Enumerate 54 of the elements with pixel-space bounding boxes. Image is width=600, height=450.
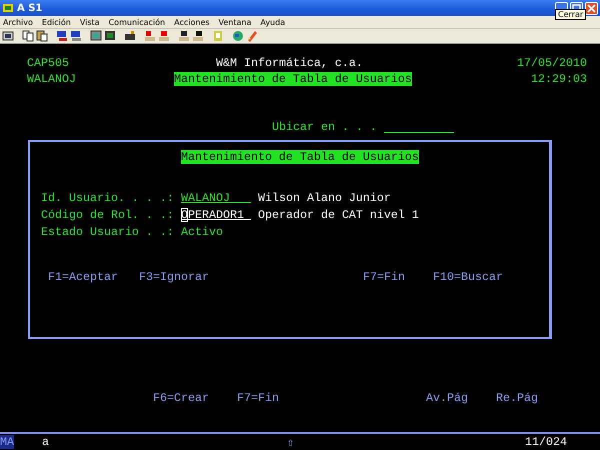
date-text: 17/05/2010 (517, 56, 587, 70)
field-value: Activo (181, 225, 223, 239)
pencil-icon[interactable] (246, 30, 258, 42)
monitor-icon[interactable] (104, 30, 116, 42)
menu-item[interactable]: Comunicación (108, 18, 166, 26)
menu-item[interactable]: Ayuda (260, 18, 286, 26)
mode-indicator: MA (0, 435, 14, 449)
function-key[interactable]: F7=Fin (363, 270, 405, 284)
field-label: Código de Rol. . .: (41, 208, 174, 222)
time-text: 12:29:03 (531, 72, 587, 86)
screen-title: Mantenimiento de Tabla de Usuarios (174, 72, 412, 86)
flag-icon[interactable] (158, 30, 170, 42)
menu-item[interactable]: Acciones (174, 18, 210, 26)
user-name: WALANOJ (27, 72, 76, 86)
input-field[interactable]: WALANOJ (181, 191, 251, 205)
monitor-icon[interactable] (90, 30, 102, 42)
field-description: Operador de CAT nivel 1 (258, 208, 419, 222)
app-icon[interactable] (2, 2, 14, 14)
globe-icon[interactable] (232, 30, 244, 42)
program-name: CAP505 (27, 56, 69, 70)
input-indicator: a (42, 435, 49, 449)
flag-icon[interactable] (144, 30, 156, 42)
copy-icon[interactable] (22, 30, 34, 42)
tooltip: Cerrar (555, 9, 586, 20)
cursor-position: 11/024 (525, 435, 567, 449)
function-key[interactable]: F10=Buscar (433, 270, 503, 284)
close-icon (587, 4, 596, 12)
function-key[interactable]: Re.Pág (496, 391, 538, 405)
company-name: W&M Informática, c.a. (216, 56, 363, 70)
clipboard-icon[interactable] (212, 30, 224, 42)
menu-item[interactable]: Vista (80, 18, 100, 26)
computer-icon[interactable] (70, 30, 82, 42)
function-key[interactable]: F6=Crear (153, 391, 209, 405)
field-label: Estado Usuario . .: (41, 225, 174, 239)
locate-label: Ubicar en . . . (272, 120, 377, 134)
paste-icon[interactable] (36, 30, 48, 42)
camera-icon[interactable] (124, 30, 136, 42)
menu-item[interactable]: Ventana (218, 18, 252, 26)
field-label: Id. Usuario. . . .: (41, 191, 174, 205)
record-icon[interactable] (178, 30, 190, 42)
record-icon[interactable] (192, 30, 204, 42)
menu-item[interactable]: Archivo (3, 18, 33, 26)
close-button[interactable] (585, 2, 598, 14)
function-key[interactable]: F7=Fin (237, 391, 279, 405)
function-key[interactable]: F3=Ignorar (139, 270, 209, 284)
field-description: Wilson Alano Junior (258, 191, 391, 205)
function-key[interactable]: F1=Aceptar (48, 270, 118, 284)
function-key[interactable]: Av.Pág (426, 391, 468, 405)
computer-icon[interactable] (56, 30, 68, 42)
screen-icon[interactable] (2, 30, 14, 42)
shift-indicator: ⇧ (287, 434, 294, 450)
window-title: A S1 (17, 2, 42, 14)
popup-title: Mantenimiento de Tabla de Usuarios (181, 150, 419, 164)
menu-item[interactable]: Edición (42, 18, 71, 26)
